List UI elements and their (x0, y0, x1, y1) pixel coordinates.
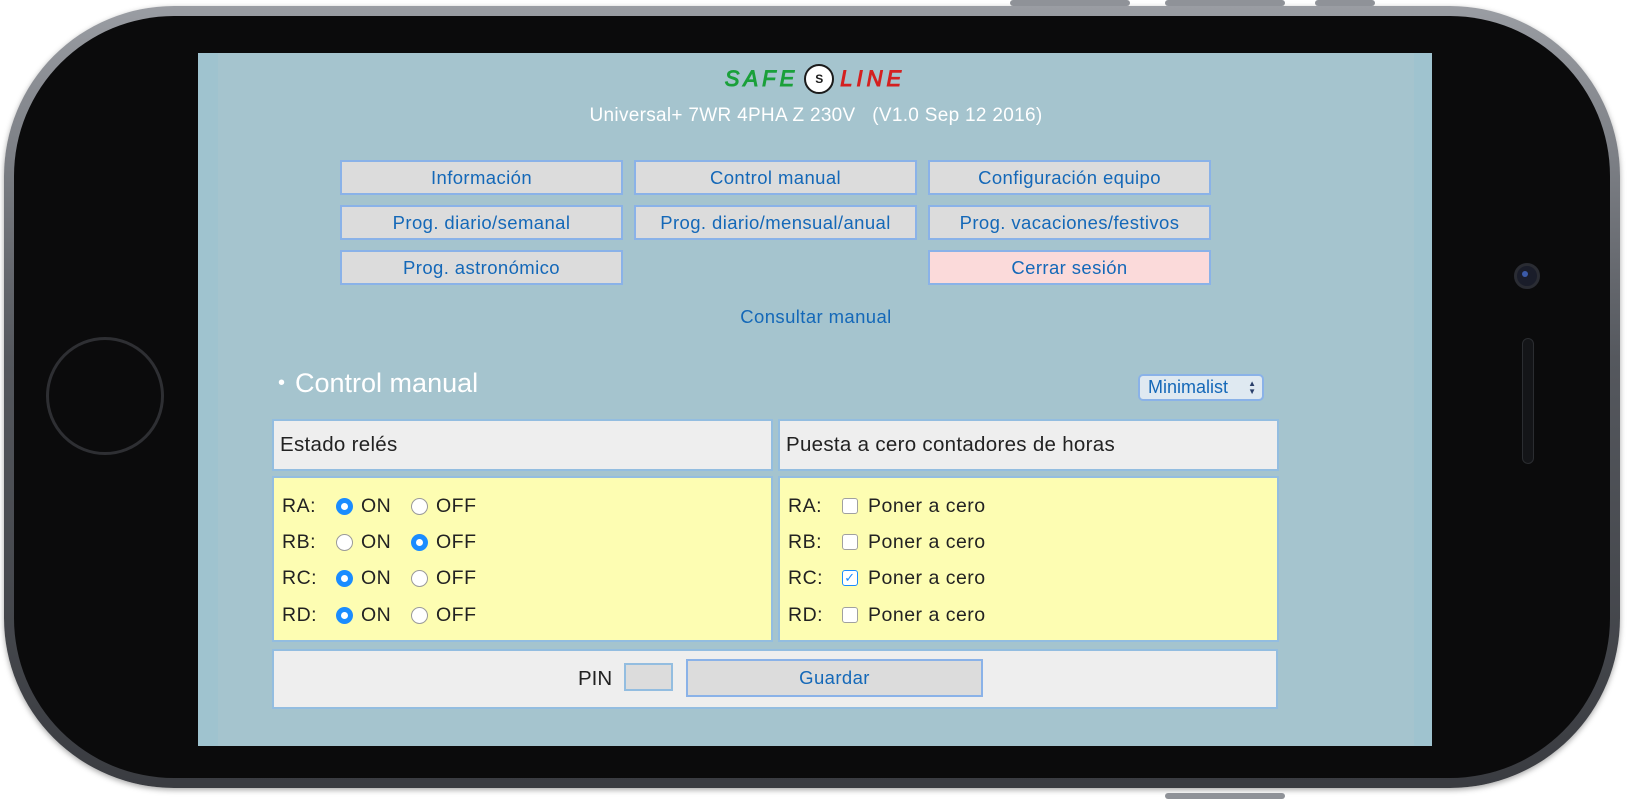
relay-off-radio[interactable] (411, 533, 428, 551)
on-label: ON (361, 566, 392, 589)
logo-mark-icon: S (804, 64, 835, 94)
relay-off-option[interactable]: OFF (411, 531, 477, 554)
front-camera-icon (1514, 263, 1540, 289)
web-panel: SAFE S LINE Universal+ 7WR 4PHA Z 230V (… (218, 53, 1414, 746)
section-heading: • Control manual (278, 368, 478, 399)
select-arrows-icon: ▲ ▼ (1248, 378, 1256, 396)
nav-prog-semanal-button[interactable]: Prog. diario/semanal (340, 205, 623, 240)
nav-control-manual-button[interactable]: Control manual (634, 160, 917, 195)
relay-on-radio[interactable] (336, 569, 353, 587)
relay-row: RA: ON OFF (282, 492, 477, 520)
reset-row: RD: Poner a cero (788, 601, 986, 629)
reset-counters-header: Puesta a cero contadores de horas (778, 419, 1279, 471)
relay-off-radio[interactable] (411, 606, 428, 624)
relay-on-radio[interactable] (336, 497, 353, 515)
theme-select-value: Minimalist (1148, 377, 1229, 397)
relay-label: RC: (282, 566, 318, 589)
volume-up-button (1010, 0, 1130, 6)
reset-text: Poner a cero (868, 603, 986, 626)
nav-informacion-button[interactable]: Información (340, 160, 623, 195)
bullet-icon: • (278, 372, 286, 394)
relay-on-option[interactable]: ON (336, 495, 411, 518)
pin-input[interactable] (624, 663, 673, 691)
relay-label: RB: (282, 530, 317, 553)
reset-label: RD: (788, 603, 824, 626)
reset-checkbox[interactable] (842, 607, 858, 623)
home-button (46, 337, 164, 455)
reset-row: RA: Poner a cero (788, 492, 986, 520)
on-label: ON (361, 494, 392, 517)
consult-manual-link[interactable]: Consultar manual (218, 306, 1414, 328)
relay-off-radio[interactable] (411, 497, 428, 515)
off-label: OFF (436, 566, 477, 589)
reset-text: Poner a cero (868, 494, 986, 517)
reset-checkbox[interactable] (842, 534, 858, 550)
reset-checkbox[interactable] (842, 498, 858, 514)
relay-on-radio[interactable] (336, 533, 353, 551)
logo-safe-text: SAFE (724, 66, 799, 92)
relay-off-option[interactable]: OFF (411, 567, 477, 590)
reset-counters-box: RA: Poner a cero RB: Poner a cero RC: ✓ Poner … (778, 476, 1279, 642)
nav-configuracion-button[interactable]: Configuración equipo (928, 160, 1211, 195)
earpiece-speaker (1522, 338, 1534, 464)
relay-row: RB: ON OFF (282, 528, 477, 556)
power-button (1165, 793, 1285, 799)
relay-state-box: RA: ON OFF RB: ON OFF RC: ON OFF RD: ON OFF (272, 476, 773, 642)
theme-select[interactable]: Minimalist ▲ ▼ (1138, 374, 1264, 401)
reset-label: RA: (788, 494, 823, 517)
reset-checkbox[interactable]: ✓ (842, 570, 858, 586)
relay-row: RC: ON OFF (282, 564, 477, 592)
off-label: OFF (436, 530, 477, 553)
off-label: OFF (436, 603, 477, 626)
nav-prog-vacaciones-button[interactable]: Prog. vacaciones/festivos (928, 205, 1211, 240)
reset-label: RC: (788, 566, 824, 589)
reset-text: Poner a cero (868, 566, 986, 589)
on-label: ON (361, 530, 392, 553)
relay-on-option[interactable]: ON (336, 567, 411, 590)
relay-label: RD: (282, 603, 318, 626)
relay-label: RA: (282, 494, 317, 517)
save-button[interactable]: Guardar (686, 659, 983, 697)
off-label: OFF (436, 494, 477, 517)
reset-text: Poner a cero (868, 530, 986, 553)
on-label: ON (361, 603, 392, 626)
reset-row: RC: ✓ Poner a cero (788, 564, 986, 592)
relay-on-radio[interactable] (336, 606, 353, 624)
reset-row: RB: Poner a cero (788, 528, 986, 556)
logo-line-text: LINE (840, 66, 906, 92)
relay-off-radio[interactable] (411, 569, 428, 587)
relay-on-option[interactable]: ON (336, 604, 411, 627)
nav-prog-anual-button[interactable]: Prog. diario/mensual/anual (634, 205, 917, 240)
phone-screen: SAFE S LINE Universal+ 7WR 4PHA Z 230V (… (198, 53, 1432, 746)
relay-off-option[interactable]: OFF (411, 604, 477, 627)
device-title: Universal+ 7WR 4PHA Z 230V (V1.0 Sep 12 … (589, 105, 1043, 126)
relay-row: RD: ON OFF (282, 601, 477, 629)
section-title: Control manual (295, 368, 479, 398)
reset-label: RB: (788, 530, 823, 553)
logout-button[interactable]: Cerrar sesión (928, 250, 1211, 285)
relay-state-header: Estado relés (272, 419, 773, 471)
save-footer: PIN Guardar (272, 649, 1278, 709)
silent-switch (1315, 0, 1375, 6)
relay-on-option[interactable]: ON (336, 531, 411, 554)
nav-prog-astronomico-button[interactable]: Prog. astronómico (340, 250, 623, 285)
safeline-logo: SAFE S LINE (710, 61, 920, 97)
volume-down-button (1165, 0, 1285, 6)
pin-label: PIN (578, 667, 613, 690)
relay-off-option[interactable]: OFF (411, 495, 477, 518)
